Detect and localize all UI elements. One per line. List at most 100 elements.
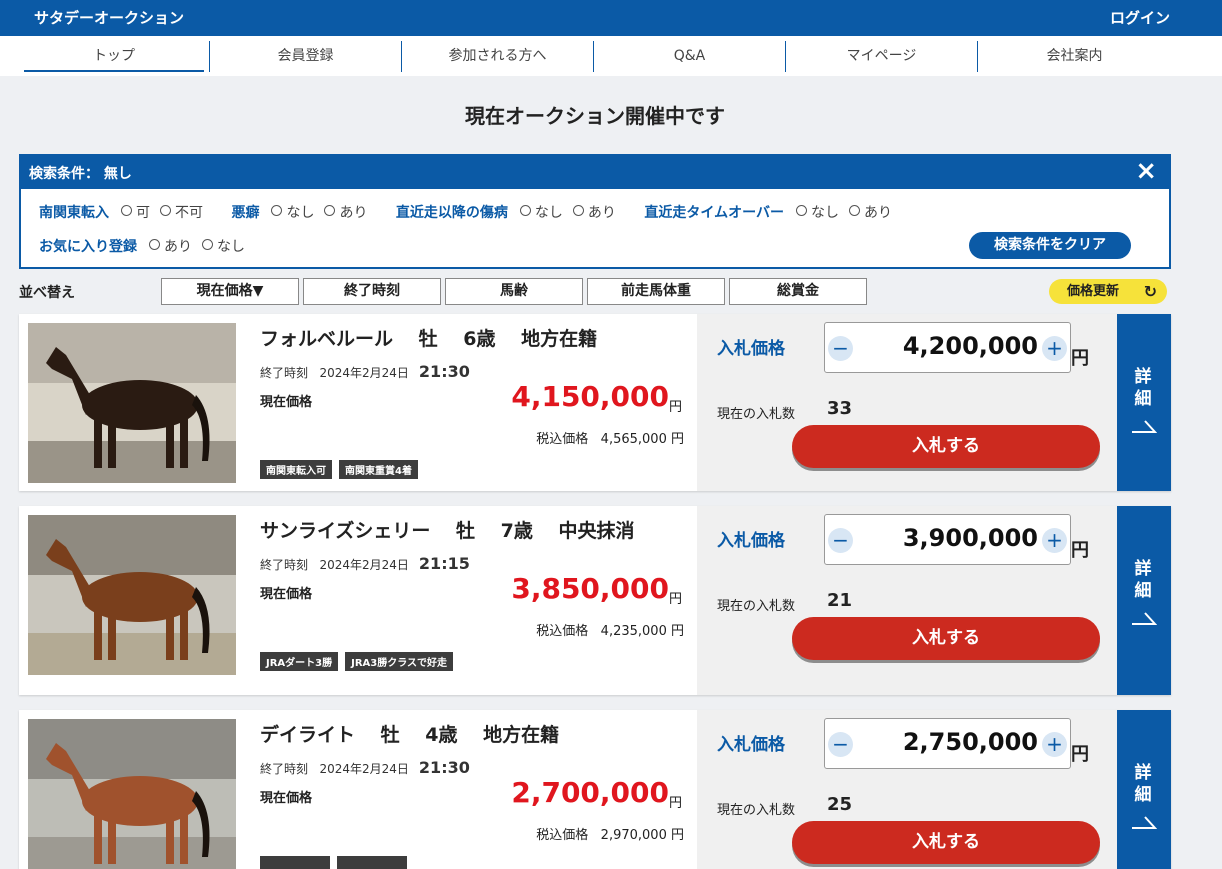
current-price: 2,700,000 (511, 776, 669, 809)
tag-badge: 南関東重賞4着 (339, 460, 418, 479)
sort-prize-button[interactable]: 総賞金 (729, 278, 867, 305)
tax-price: 4,235,000 (600, 624, 667, 639)
listing-card: デイライト 牡 4歳 地方在籍 終了時刻 2024年2月24日 21:30 現在価… (19, 710, 1171, 869)
login-link[interactable]: ログイン (1110, 7, 1170, 28)
end-date: 2024年2月24日 (319, 762, 409, 776)
radio-vice-none[interactable]: なし (271, 205, 314, 221)
horse-photo[interactable] (28, 515, 236, 675)
bid-price-label: 入札価格 (717, 531, 785, 551)
radio-timeover-none[interactable]: なし (796, 205, 839, 221)
tag-list (260, 855, 414, 869)
minus-icon[interactable]: − (828, 732, 853, 757)
brand-name[interactable]: サタデーオークション (34, 7, 184, 28)
place-bid-button[interactable]: 入札する (792, 425, 1100, 468)
minus-icon[interactable]: − (828, 336, 853, 361)
tax-price-row: 税込価格 4,235,000 円 (509, 620, 684, 639)
bid-count-label: 現在の入札数 (717, 803, 796, 818)
tax-price-label: 税込価格 (536, 828, 589, 843)
tag-badge: 南関東転入可 (260, 460, 332, 479)
detail-button[interactable]: 詳細 (1117, 314, 1171, 491)
sort-current-price-button[interactable]: 現在価格▼ (161, 278, 299, 305)
nav-tab-qa[interactable]: Q&A (594, 41, 785, 72)
end-time: 21:15 (418, 554, 470, 573)
bid-amount-input[interactable]: 2,750,000 (855, 728, 1038, 756)
bid-count-label: 現在の入札数 (717, 599, 796, 614)
sort-bar: 並べ替え 現在価格▼ 終了時刻 馬齢 前走馬体重 総賞金 価格更新 ↻ (19, 278, 1171, 306)
sort-weight-button[interactable]: 前走馬体重 (587, 278, 725, 305)
nav-tab-register[interactable]: 会員登録 (210, 41, 401, 72)
horse-title[interactable]: サンライズシェリー 牡 7歳 中央抹消 (260, 516, 635, 543)
nav-tab-mypage[interactable]: マイページ (786, 41, 977, 72)
place-bid-button[interactable]: 入札する (792, 617, 1100, 660)
bid-price-label: 入札価格 (717, 339, 785, 359)
bid-count: 21 (827, 590, 853, 611)
filter-label-vice: 悪癖 (231, 205, 260, 221)
page-title: 現在オークション開催中です (465, 104, 725, 128)
horse-title[interactable]: フォルベルール 牡 6歳 地方在籍 (260, 324, 597, 351)
listing-card: サンライズシェリー 牡 7歳 中央抹消 終了時刻 2024年2月24日 21:15… (19, 506, 1171, 695)
bid-panel: 入札価格 − 3,900,000 + 円 現在の入札数 21 入札する (697, 506, 1117, 695)
arrow-icon (1131, 610, 1158, 631)
main-nav: トップ 会員登録 参加される方へ Q&A マイページ 会社案内 (0, 36, 1222, 76)
radio-favorite-no[interactable]: なし (202, 239, 245, 255)
sort-end-time-button[interactable]: 終了時刻 (303, 278, 441, 305)
radio-transfer-ok[interactable]: 可 (121, 205, 150, 221)
arrow-icon (1131, 814, 1158, 835)
tag-list: JRAダート3勝 JRA3勝クラスで好走 (260, 651, 460, 671)
place-bid-button[interactable]: 入札する (792, 821, 1100, 864)
filter-label-favorite: お気に入り登録 (39, 239, 137, 255)
radio-injury-none[interactable]: なし (520, 205, 563, 221)
arrow-icon (1131, 418, 1158, 439)
current-price-label: 現在価格 (260, 395, 313, 410)
nav-tab-company[interactable]: 会社案内 (978, 41, 1171, 72)
plus-icon[interactable]: + (1042, 732, 1067, 757)
plus-icon[interactable]: + (1042, 336, 1067, 361)
detail-label: 詳細 (1134, 559, 1152, 601)
radio-favorite-yes[interactable]: あり (149, 239, 192, 255)
radio-injury-yes[interactable]: あり (573, 205, 616, 221)
end-time-row: 終了時刻 2024年2月24日 21:15 (260, 554, 470, 573)
detail-button[interactable]: 詳細 (1117, 710, 1171, 869)
bid-price-label: 入札価格 (717, 735, 785, 755)
bid-amount-input[interactable]: 4,200,000 (855, 332, 1038, 360)
yen-unit: 円 (670, 828, 684, 843)
end-time-label: 終了時刻 (260, 558, 309, 572)
end-time-label: 終了時刻 (260, 762, 309, 776)
horse-photo[interactable] (28, 719, 236, 869)
sort-age-button[interactable]: 馬齢 (445, 278, 583, 305)
end-time-label: 終了時刻 (260, 366, 309, 380)
filter-label-timeover: 直近走タイムオーバー (644, 205, 784, 221)
tag-list: 南関東転入可 南関東重賞4着 (260, 459, 425, 479)
refresh-price-button[interactable]: 価格更新 ↻ (1049, 279, 1167, 304)
listing-card: フォルベルール 牡 6歳 地方在籍 終了時刻 2024年2月24日 21:30 現… (19, 314, 1171, 491)
bid-amount-stepper[interactable]: − 3,900,000 + (824, 514, 1071, 565)
bid-count: 33 (827, 398, 853, 419)
yen-unit: 円 (670, 624, 684, 639)
filter-row-2: お気に入り登録 あり なし (39, 236, 255, 256)
end-time: 21:30 (418, 362, 470, 381)
bid-amount-stepper[interactable]: − 4,200,000 + (824, 322, 1071, 373)
nav-tab-participants[interactable]: 参加される方へ (402, 41, 593, 72)
nav-tab-top[interactable]: トップ (24, 41, 204, 72)
horse-photo[interactable] (28, 323, 236, 483)
bid-amount-input[interactable]: 3,900,000 (855, 524, 1038, 552)
radio-vice-yes[interactable]: あり (324, 205, 367, 221)
minus-icon[interactable]: − (828, 528, 853, 553)
bid-panel: 入札価格 − 4,200,000 + 円 現在の入札数 33 入札する (697, 314, 1117, 491)
yen-unit: 円 (670, 432, 684, 447)
plus-icon[interactable]: + (1042, 528, 1067, 553)
radio-timeover-yes[interactable]: あり (849, 205, 892, 221)
bid-amount-stepper[interactable]: − 2,750,000 + (824, 718, 1071, 769)
end-time-row: 終了時刻 2024年2月24日 21:30 (260, 362, 470, 381)
close-icon[interactable]: × (1135, 158, 1157, 184)
top-bar: サタデーオークション ログイン (0, 0, 1222, 36)
detail-button[interactable]: 詳細 (1117, 506, 1171, 695)
bid-count-label: 現在の入札数 (717, 407, 796, 422)
radio-transfer-ng[interactable]: 不可 (160, 205, 203, 221)
bid-count: 25 (827, 794, 853, 815)
clear-filter-button[interactable]: 検索条件をクリア (969, 232, 1131, 259)
search-filter-panel: 検索条件： 無し × 南関東転入可不可 悪癖 なし あり 直近走以降の傷病 なし あり … (19, 154, 1171, 269)
detail-label: 詳細 (1134, 763, 1152, 805)
horse-title[interactable]: デイライト 牡 4歳 地方在籍 (260, 720, 559, 747)
refresh-icon: ↻ (1143, 282, 1157, 301)
